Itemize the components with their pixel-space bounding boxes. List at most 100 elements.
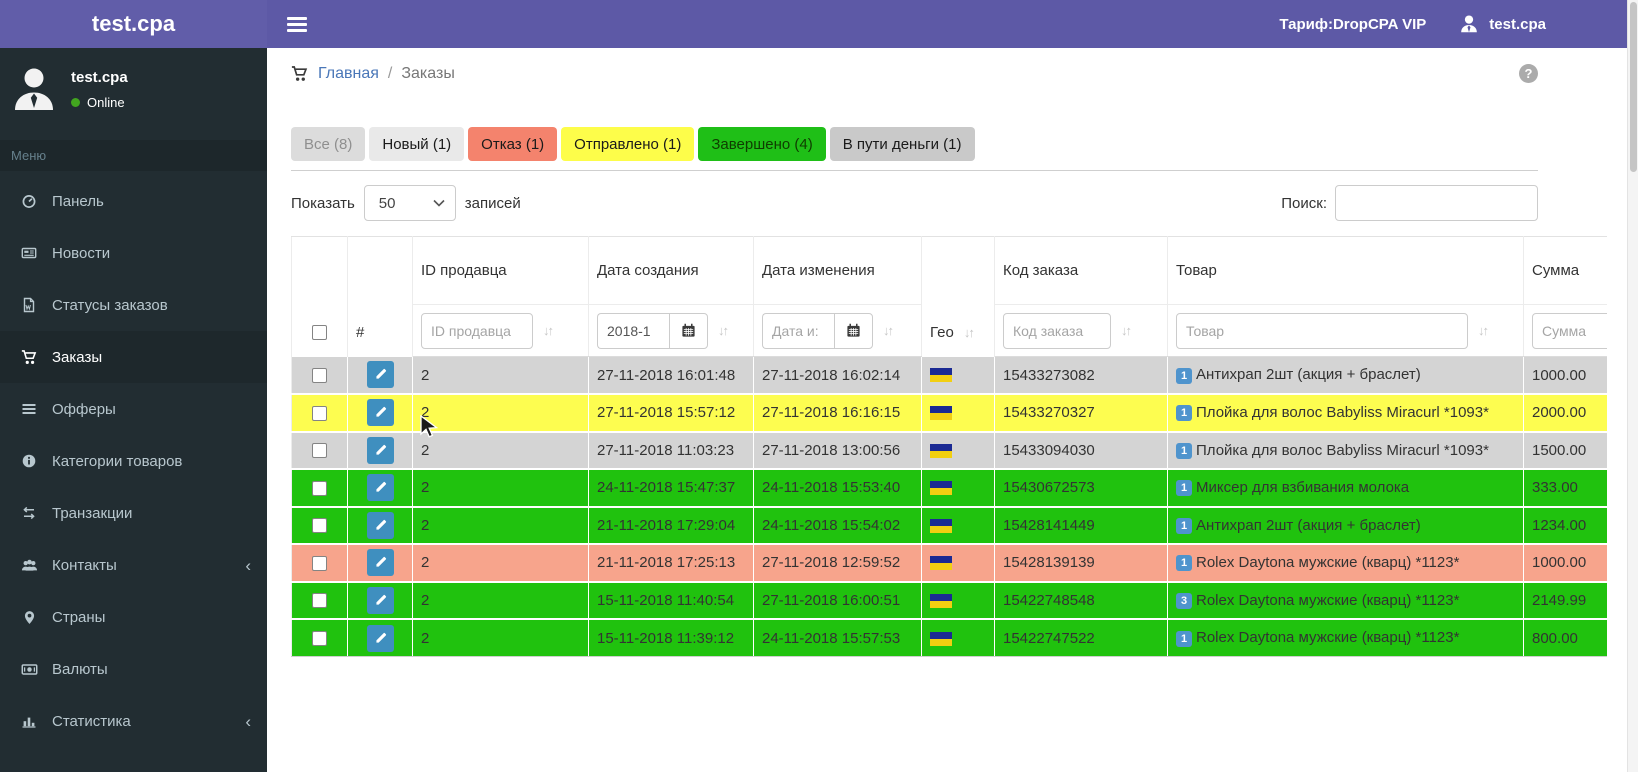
page-size-value: 50 xyxy=(378,194,396,212)
row-checkbox[interactable] xyxy=(312,367,327,383)
qty-badge: 1 xyxy=(1176,367,1192,384)
seller-id-cell: 2 xyxy=(412,469,589,508)
order-code-cell: 15433270327 xyxy=(994,394,1168,433)
seller-id-cell: 2 xyxy=(412,619,589,657)
sidebar-item-panel[interactable]: Панель xyxy=(0,175,267,227)
sidebar-item-transactions[interactable]: Транзакции xyxy=(0,487,267,539)
row-checkbox[interactable] xyxy=(312,518,327,534)
sidebar-item-order-statuses[interactable]: Статусы заказов xyxy=(0,279,267,331)
row-checkbox[interactable] xyxy=(312,593,327,609)
column-header-updated: Дата изменения xyxy=(753,236,922,305)
edit-button[interactable] xyxy=(366,399,394,427)
tab-completed[interactable]: Завершено (4) xyxy=(698,127,826,161)
sort-icon[interactable]: ↓↑ xyxy=(883,323,894,338)
filter-cell-seller: ↓↑ xyxy=(412,304,589,357)
row-select-cell xyxy=(291,469,348,508)
updated-date-cell: 27-11-2018 16:00:51 xyxy=(753,581,922,620)
help-button[interactable]: ? xyxy=(1519,64,1538,83)
edit-button[interactable] xyxy=(366,436,394,464)
row-checkbox[interactable] xyxy=(312,631,327,647)
geo-cell xyxy=(921,506,995,545)
sort-icon[interactable]: ↓↑ xyxy=(1478,323,1489,338)
pencil-icon xyxy=(375,632,386,643)
hamburger-menu-icon[interactable] xyxy=(287,16,307,32)
edit-button[interactable] xyxy=(366,511,394,539)
pencil-icon xyxy=(375,444,386,455)
tab-sent[interactable]: Отправлено (1) xyxy=(561,127,695,161)
sidebar-item-product-categories[interactable]: Категории товаров xyxy=(0,435,267,487)
edit-button[interactable] xyxy=(366,474,394,502)
amount-cell: 2149.99 xyxy=(1523,581,1607,620)
pencil-icon xyxy=(375,482,386,492)
sidebar-menu: Панель Новости Статусы заказов Заказы Оф… xyxy=(0,171,267,747)
row-checkbox[interactable] xyxy=(312,443,327,459)
qty-badge: 1 xyxy=(1176,405,1192,422)
order-code-cell: 15430672573 xyxy=(994,469,1168,508)
sort-icon[interactable]: ↓↑ xyxy=(718,323,729,338)
created-date-cell: 15-11-2018 11:40:54 xyxy=(588,581,754,620)
chevron-left-icon: ‹ xyxy=(245,711,251,731)
sidebar-item-currencies[interactable]: Валюты xyxy=(0,643,267,695)
amount-cell: 333.00 xyxy=(1523,469,1607,508)
user-menu[interactable]: test.cpa xyxy=(1458,13,1546,35)
order-code-cell: 15433273082 xyxy=(994,356,1168,395)
tab-money-in-transit[interactable]: В пути деньги (1) xyxy=(829,127,975,161)
row-checkbox[interactable] xyxy=(312,480,327,496)
amount-filter-input[interactable] xyxy=(1532,312,1607,349)
updated-date-filter-input[interactable] xyxy=(762,312,834,349)
tab-new[interactable]: Новый (1) xyxy=(369,127,465,161)
online-status-icon xyxy=(71,98,80,107)
seller-id-cell: 2 xyxy=(412,394,589,433)
order-code-filter-input[interactable] xyxy=(1003,312,1111,349)
edit-button[interactable] xyxy=(366,586,394,614)
amount-cell: 1000.00 xyxy=(1523,356,1607,395)
scrollbar-thumb[interactable] xyxy=(1629,2,1637,172)
created-date-cell: 27-11-2018 15:57:12 xyxy=(588,394,754,433)
row-checkbox[interactable] xyxy=(312,405,327,421)
tab-declined[interactable]: Отказ (1) xyxy=(468,127,558,161)
chart-icon xyxy=(20,713,38,729)
order-code-cell: 15422747522 xyxy=(994,619,1168,657)
status-tabs: Все (8) Новый (1) Отказ (1) Отправлено (… xyxy=(291,127,1638,161)
created-date-cell: 27-11-2018 11:03:23 xyxy=(588,431,754,470)
product-filter-input[interactable] xyxy=(1176,312,1468,349)
sidebar-item-countries[interactable]: Страны xyxy=(0,591,267,643)
created-date-cell: 24-11-2018 15:47:37 xyxy=(588,469,754,508)
table-row: 2 27-11-2018 16:01:48 27-11-2018 16:02:1… xyxy=(291,356,1607,395)
user-panel: test.cpa Online xyxy=(0,48,267,124)
sidebar-item-statistics[interactable]: Статистика ‹ xyxy=(0,695,267,747)
product-cell: 1 Rolex Daytona мужские (кварц) *1123* xyxy=(1167,619,1524,657)
sort-icon[interactable]: ↓↑ xyxy=(1121,323,1132,338)
sort-icon[interactable]: ↓↑ xyxy=(964,325,975,340)
tab-all[interactable]: Все (8) xyxy=(291,127,366,161)
created-date-filter-input[interactable] xyxy=(597,312,669,349)
select-all-checkbox[interactable] xyxy=(312,325,327,341)
product-cell: 1 Rolex Daytona мужские (кварц) *1123* xyxy=(1167,544,1524,583)
sidebar-item-label: Заказы xyxy=(52,348,103,366)
edit-button[interactable] xyxy=(366,549,394,577)
breadcrumb-home-link[interactable]: Главная xyxy=(318,65,379,83)
map-marker-icon xyxy=(20,610,38,625)
order-code-cell: 15428141449 xyxy=(994,506,1168,545)
sidebar-item-news[interactable]: Новости xyxy=(0,227,267,279)
edit-button[interactable] xyxy=(366,624,394,652)
geo-cell xyxy=(921,619,995,657)
edit-button[interactable] xyxy=(366,361,394,389)
chevron-down-icon xyxy=(433,199,445,207)
seller-filter-input[interactable] xyxy=(421,312,533,349)
sidebar-item-contacts[interactable]: Контакты ‹ xyxy=(0,539,267,591)
row-edit-cell xyxy=(347,581,413,620)
page-size-select[interactable]: 50 xyxy=(363,185,456,221)
product-cell: 1 Антихрап 2шт (акция + браслет) xyxy=(1167,506,1524,545)
pencil-icon xyxy=(375,519,386,530)
search-input[interactable] xyxy=(1335,185,1538,221)
calendar-button[interactable] xyxy=(669,312,708,349)
seller-id-cell: 2 xyxy=(412,506,589,545)
calendar-button[interactable] xyxy=(834,312,873,349)
sort-icon[interactable]: ↓↑ xyxy=(543,323,554,338)
row-checkbox[interactable] xyxy=(312,555,327,571)
amount-cell: 2000.00 xyxy=(1523,394,1607,433)
sidebar-item-orders[interactable]: Заказы xyxy=(0,331,267,383)
topbar-username: test.cpa xyxy=(1489,15,1546,33)
sidebar-item-offers[interactable]: Офферы xyxy=(0,383,267,435)
